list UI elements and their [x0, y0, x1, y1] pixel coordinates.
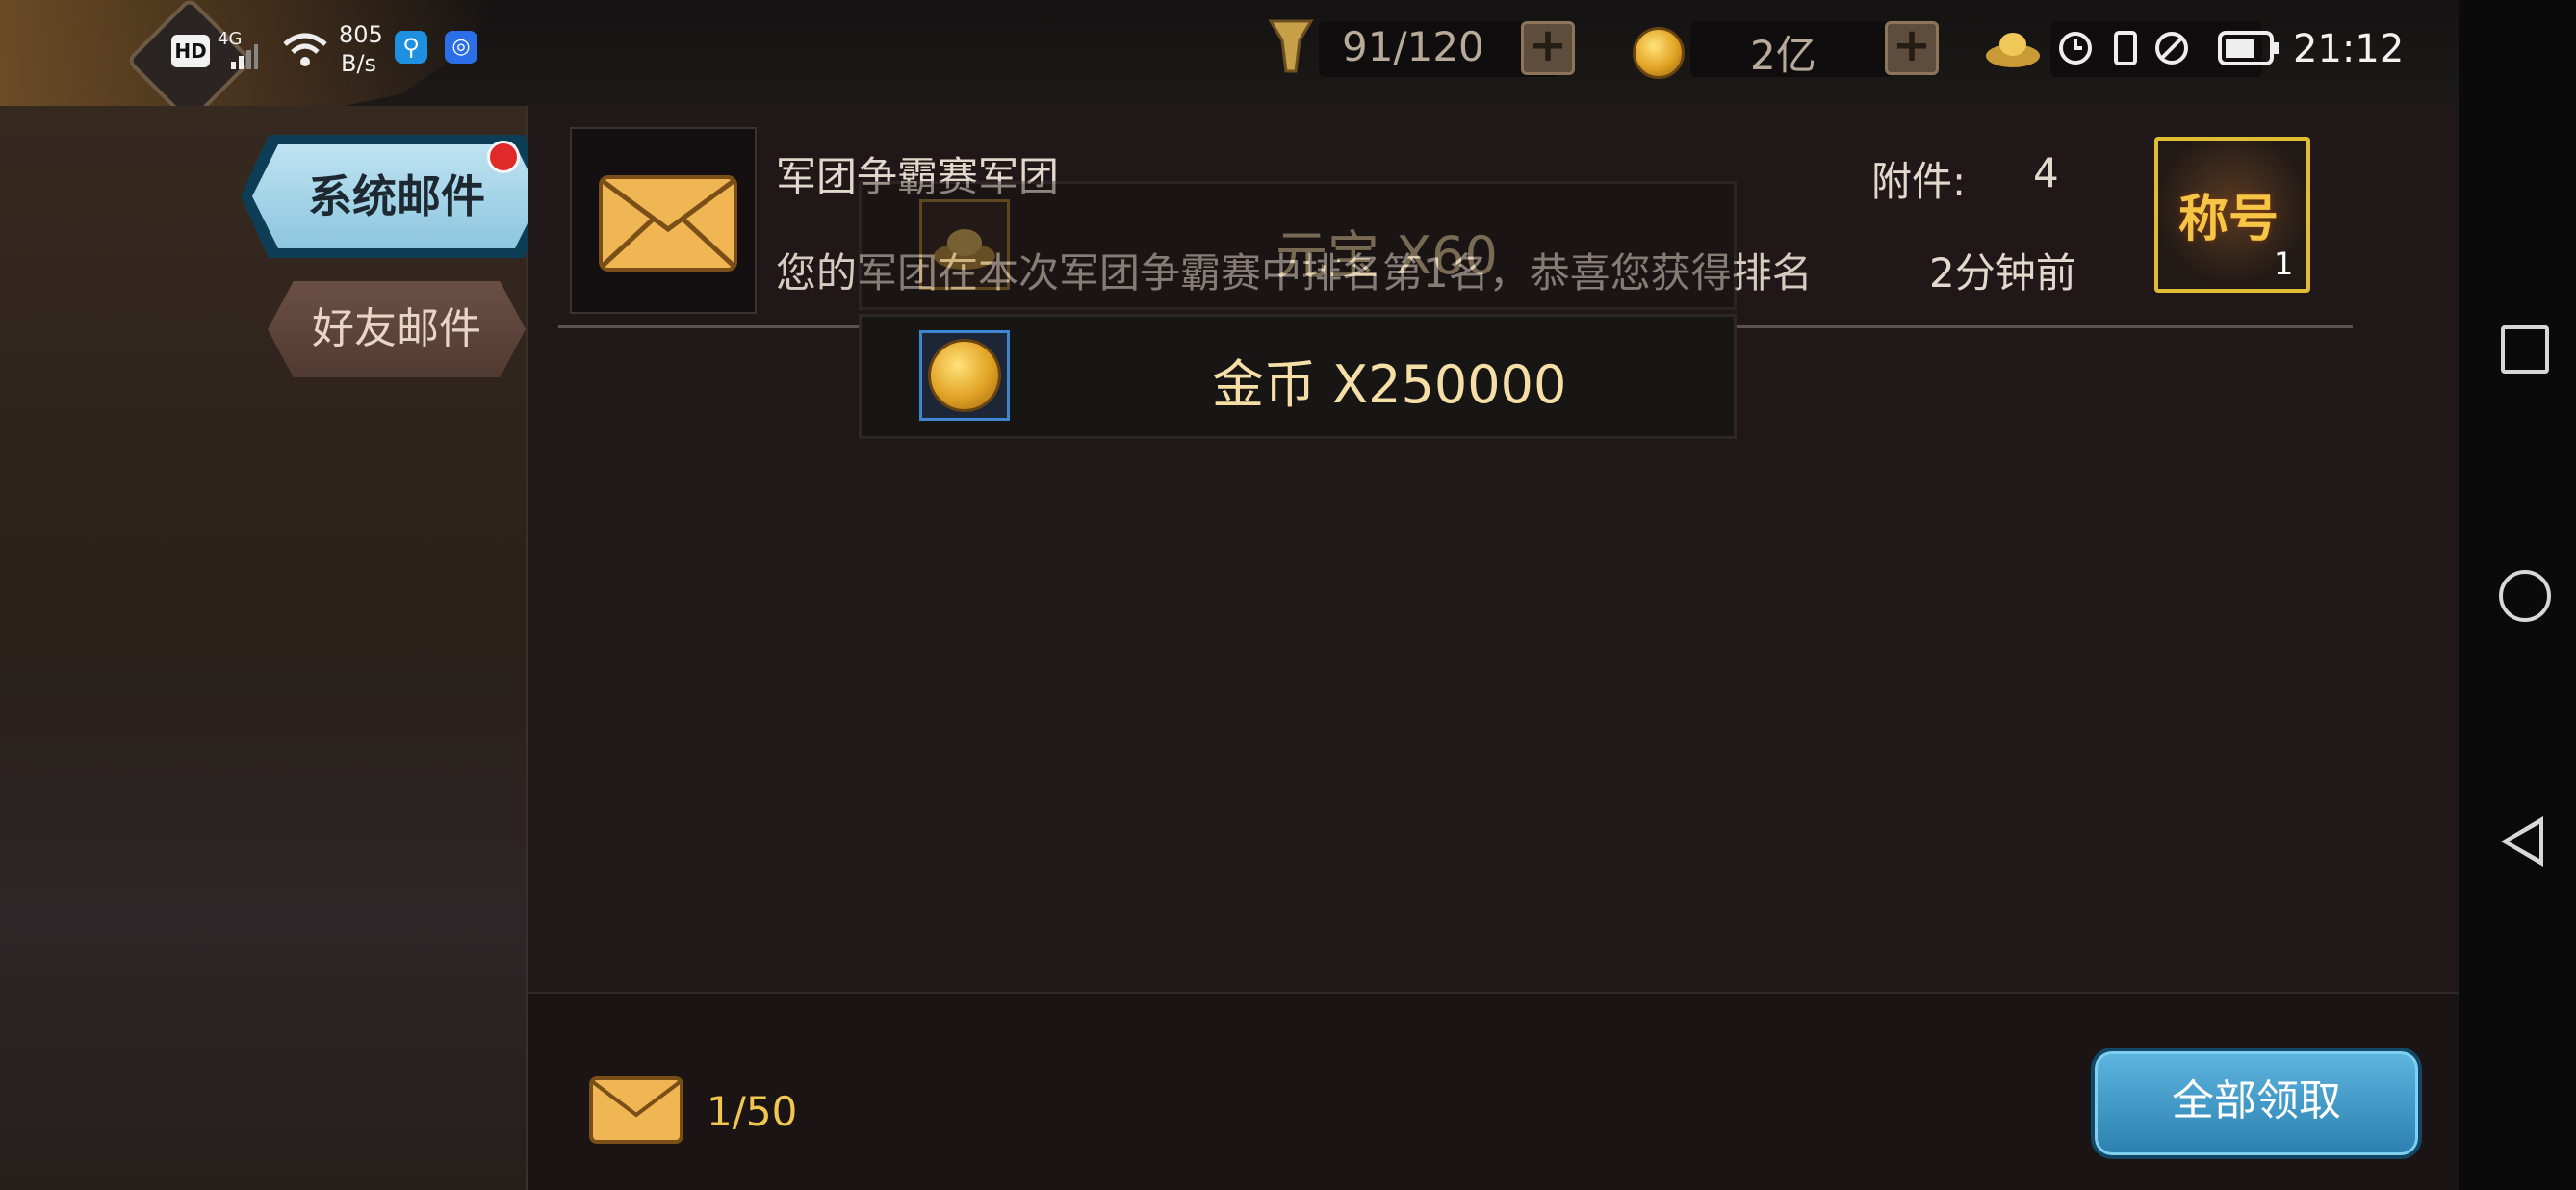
ingot-icon	[1986, 33, 2040, 67]
recent-apps-button[interactable]	[2501, 325, 2549, 374]
gold-reward-label: 金币 X250000	[1212, 354, 1567, 415]
reward-tooltip-gold: 金币 X250000	[859, 314, 1737, 439]
battery-icon	[2218, 31, 2279, 65]
tab-friend-mail[interactable]: 好友邮件	[268, 281, 526, 377]
unread-notification-dot	[487, 141, 520, 173]
ingot-reward-label: 元宝 X60	[1275, 225, 1498, 286]
clock-time: 21:12	[2293, 27, 2405, 71]
network-speed-unit: B/s	[341, 50, 377, 77]
title-item-count: 1	[2274, 246, 2294, 282]
gold-value: 2亿	[1750, 32, 1816, 79]
envelope-icon	[599, 175, 737, 272]
assistant-app-icon: ◎	[445, 31, 477, 64]
stamina-cup-icon	[1268, 19, 1314, 73]
ingot-reward-icon	[919, 199, 1010, 290]
gold-coin-icon	[1633, 27, 1685, 79]
wifi-icon	[283, 33, 327, 66]
hd-icon: HD	[171, 35, 210, 67]
attachment-count: 4	[2033, 149, 2059, 196]
cellular-signal-icon	[231, 44, 258, 69]
back-icon-inner	[2509, 824, 2539, 859]
claim-all-button[interactable]: 全部领取	[2091, 1048, 2422, 1159]
gold-reward-icon	[919, 330, 1010, 421]
mail-capacity-count: 1/50	[707, 1088, 798, 1135]
add-gold-button[interactable]: +	[1885, 21, 1939, 75]
mail-category-sidebar	[0, 106, 528, 1190]
title-item-label: 称号	[2177, 191, 2279, 248]
mail-time: 2分钟前	[1929, 249, 2076, 297]
stamina-value: 91/120	[1342, 23, 1484, 70]
home-button[interactable]	[2499, 570, 2551, 622]
attachment-label: 附件:	[1871, 158, 1967, 205]
add-stamina-button[interactable]: +	[1521, 21, 1575, 75]
vibrate-icon	[2114, 31, 2137, 65]
reward-tooltip-ingot: 元宝 X60	[859, 181, 1737, 310]
do-not-disturb-icon	[2155, 32, 2188, 65]
alarm-icon	[2059, 32, 2092, 65]
network-speed-value: 805	[339, 21, 383, 48]
search-app-icon: ⚲	[395, 31, 427, 64]
mailbox-envelope-icon	[589, 1076, 683, 1144]
